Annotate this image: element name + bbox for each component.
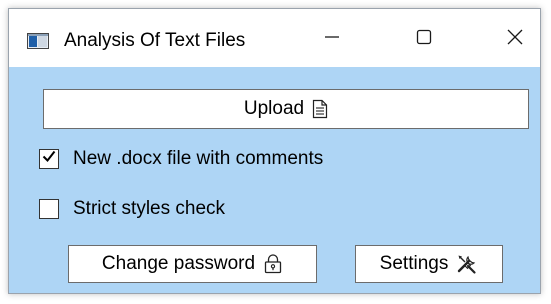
checkbox-strict-styles-label: Strict styles check (73, 198, 226, 219)
checkbox-strict-styles-box[interactable] (39, 199, 59, 219)
window-title: Analysis Of Text Files (64, 30, 246, 51)
title-bar[interactable]: Analysis Of Text Files (9, 9, 540, 67)
checkbox-new-docx[interactable]: New .docx file with comments (39, 148, 323, 170)
upload-button-label: Upload (243, 98, 305, 119)
settings-button-label: Settings (379, 253, 449, 274)
settings-button[interactable]: Settings (355, 245, 503, 283)
minimize-button[interactable] (309, 19, 355, 59)
close-icon (506, 28, 524, 51)
checkbox-new-docx-label: New .docx file with comments (73, 148, 324, 169)
main-panel: Upload New .docx file with comments Stri… (9, 67, 540, 293)
app-window: Analysis Of Text Files Upload New .docx … (8, 8, 541, 294)
change-password-button-label: Change password (101, 253, 256, 274)
tools-icon (456, 253, 478, 275)
upload-button[interactable]: Upload (43, 89, 529, 129)
document-icon (312, 99, 328, 119)
close-button[interactable] (492, 19, 538, 59)
maximize-button[interactable] (401, 19, 447, 59)
checkbox-new-docx-box[interactable] (39, 149, 59, 169)
app-icon (27, 33, 49, 49)
checkbox-strict-styles[interactable]: Strict styles check (39, 198, 225, 220)
minimize-icon (323, 28, 341, 51)
lock-icon (263, 254, 283, 274)
change-password-button[interactable]: Change password (68, 245, 317, 283)
maximize-icon (415, 28, 433, 51)
checkmark-icon (41, 148, 57, 170)
